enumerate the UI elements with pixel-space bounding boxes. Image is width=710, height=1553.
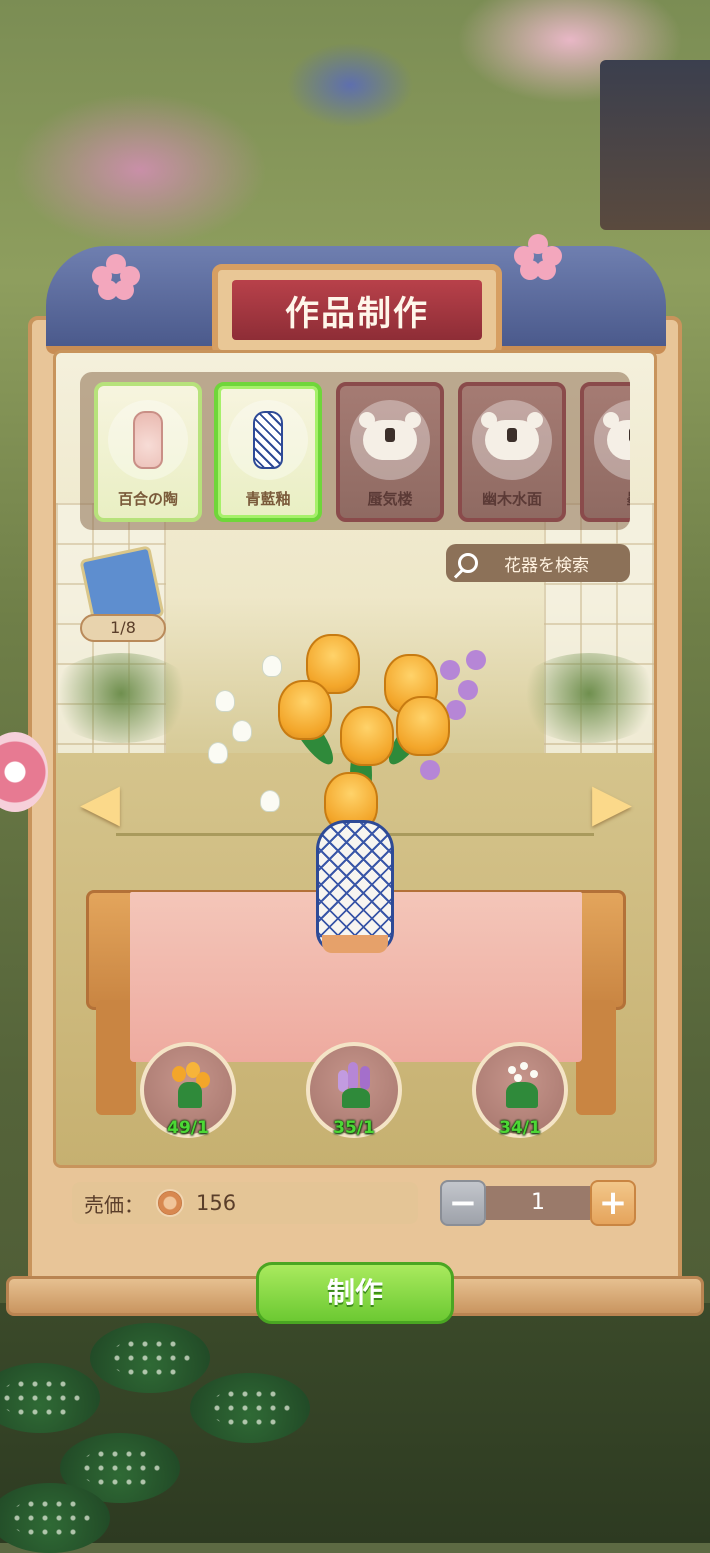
collection-count: 1/8 xyxy=(80,614,166,642)
tulip-flower xyxy=(278,680,332,740)
vase-search-button[interactable]: 花器を検索 xyxy=(446,544,630,582)
increase-quantity-button[interactable]: + xyxy=(590,1180,636,1226)
price-value: 156 xyxy=(196,1191,237,1215)
sell-price: 売価： 156 xyxy=(72,1182,418,1224)
price-label: 売価： xyxy=(84,1192,144,1217)
vase-foot xyxy=(322,935,388,953)
ingredient-count: 35/1 xyxy=(333,1118,375,1138)
vase-card-ink[interactable]: 墨 xyxy=(580,382,630,522)
lilac-flower xyxy=(466,650,486,670)
vase-card-lily-pottery[interactable]: 百合の陶 xyxy=(94,382,202,522)
tulip-flower xyxy=(396,696,450,756)
cherry-blossom-icon xyxy=(514,234,562,282)
blue-white-vase-icon xyxy=(228,400,308,480)
vase-name: 青藍釉 xyxy=(245,490,291,508)
collection-book-button[interactable]: 1/8 xyxy=(79,545,166,644)
next-arrow-button[interactable]: ▶ xyxy=(582,777,642,829)
ingredient-lily-of-the-valley[interactable]: 34/1 xyxy=(472,1042,568,1138)
vase-selector: 百合の陶 青藍釉 蜃気楼 幽木水面 墨 xyxy=(80,372,630,530)
vase-name: 幽木水面 xyxy=(481,490,542,508)
vase-card-mystic-wood[interactable]: 幽木水面 xyxy=(458,382,566,522)
lilac-flower xyxy=(458,680,478,700)
tulip-flower xyxy=(340,706,394,766)
search-icon xyxy=(458,553,478,573)
locked-vase-icon xyxy=(472,400,552,480)
village-house xyxy=(600,60,710,230)
table-leg xyxy=(576,1000,616,1115)
flower-field xyxy=(0,1303,710,1553)
title-banner: 作品制作 xyxy=(232,280,482,340)
search-label: 花器を検索 xyxy=(504,555,589,576)
quantity-value: 1 xyxy=(486,1186,590,1220)
vase-name: 蜃気楼 xyxy=(367,490,413,508)
locked-vase-icon xyxy=(350,400,430,480)
flower-bush xyxy=(0,1363,100,1433)
page-title: 作品制作 xyxy=(285,293,429,334)
flower-bush xyxy=(90,1323,210,1393)
lily-flower xyxy=(215,690,235,712)
vase-card-blue-glaze[interactable]: 青藍釉 xyxy=(214,382,322,522)
selected-vase xyxy=(316,820,394,952)
lily-flower xyxy=(262,655,282,677)
ingredient-lilac[interactable]: 35/1 xyxy=(306,1042,402,1138)
locked-vase-icon xyxy=(594,400,630,480)
vase-card-mirage[interactable]: 蜃気楼 xyxy=(336,382,444,522)
title-plate: 作品制作 xyxy=(212,264,502,356)
bonsai-tree xyxy=(514,653,654,743)
quantity-stepper: − 1 + xyxy=(440,1180,636,1226)
flower-bush xyxy=(190,1373,310,1443)
vase-name: 墨 xyxy=(626,488,630,509)
lily-vase-icon xyxy=(108,400,188,480)
lily-of-the-valley-icon xyxy=(500,1062,544,1112)
vase-name: 百合の陶 xyxy=(117,490,178,508)
ingredient-tulip[interactable]: 49/1 xyxy=(140,1042,236,1138)
make-button[interactable]: 制作 xyxy=(256,1262,454,1324)
previous-arrow-button[interactable]: ◀ xyxy=(70,777,130,829)
lilac-flower xyxy=(440,660,460,680)
lily-flower xyxy=(260,790,280,812)
ingredient-count: 49/1 xyxy=(167,1118,209,1138)
tulip-icon xyxy=(168,1062,212,1112)
lily-flower xyxy=(232,720,252,742)
decrease-quantity-button[interactable]: − xyxy=(440,1180,486,1226)
lilac-flower xyxy=(420,760,440,780)
ingredient-count: 34/1 xyxy=(499,1118,541,1138)
bonsai-tree xyxy=(56,653,196,743)
cherry-blossom-icon xyxy=(92,254,140,302)
lily-flower xyxy=(208,742,228,764)
lilac-icon xyxy=(334,1062,378,1112)
coin-icon xyxy=(156,1189,184,1217)
